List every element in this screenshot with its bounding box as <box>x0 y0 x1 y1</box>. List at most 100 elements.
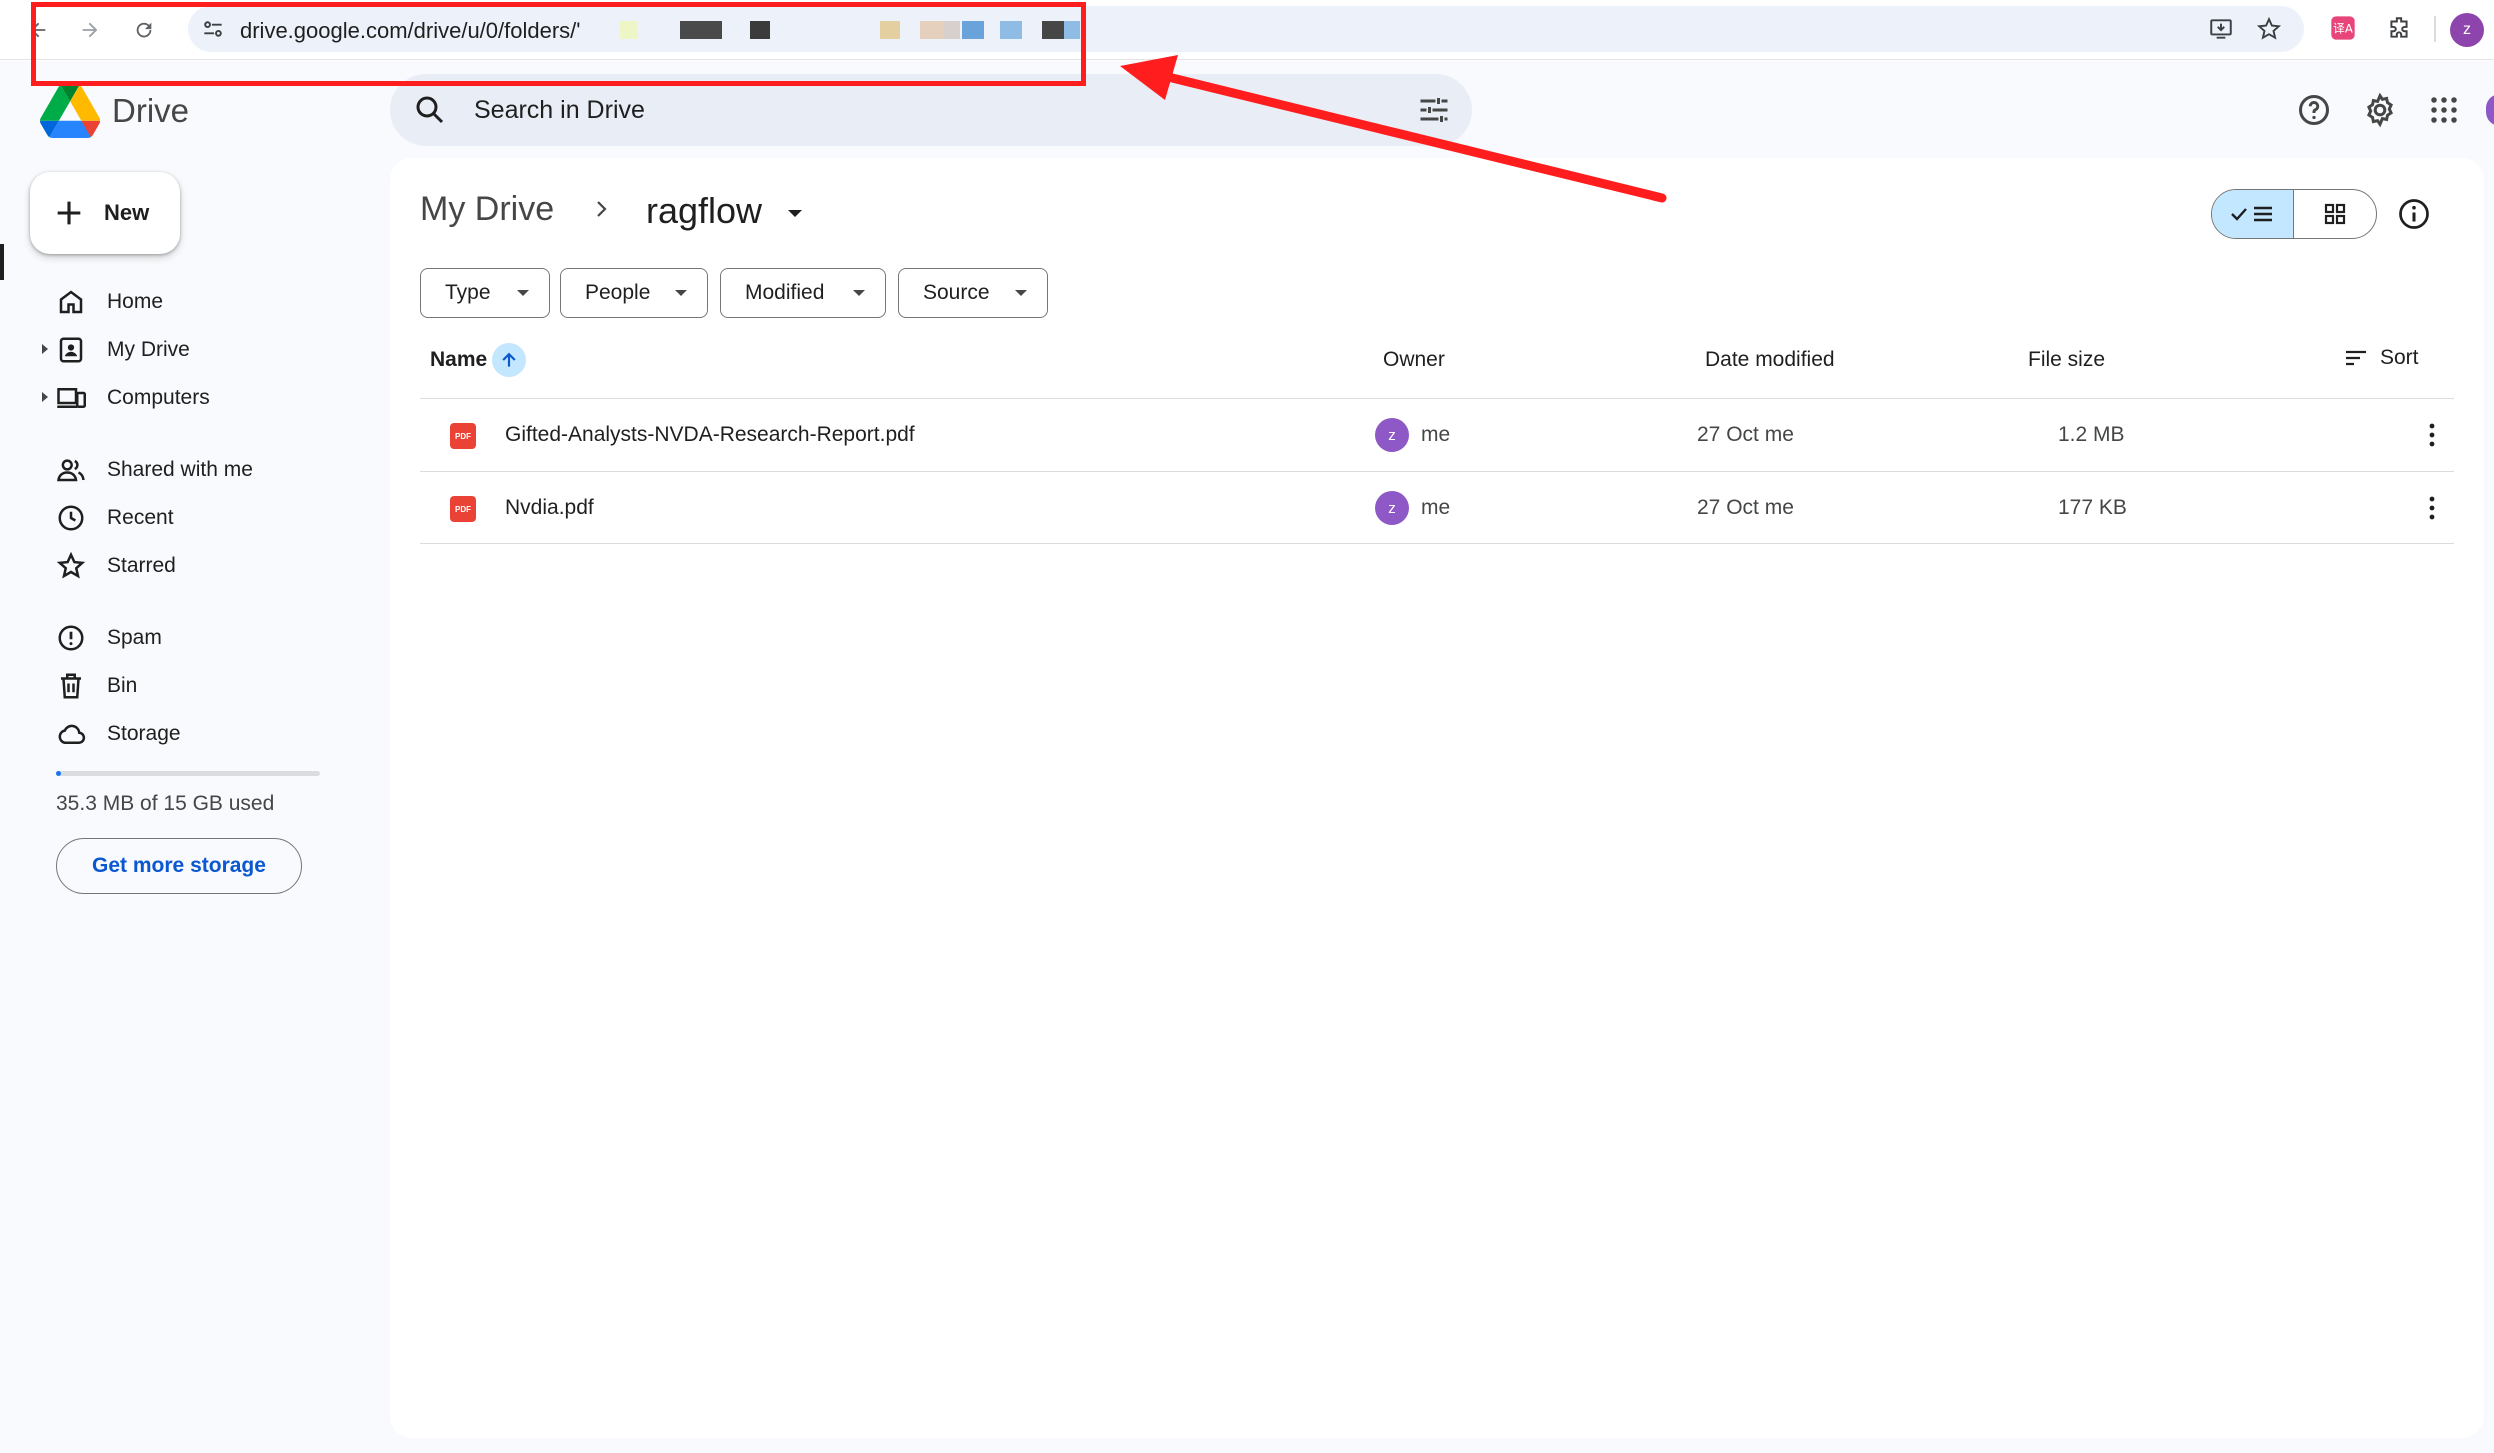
dropdown-arrow-icon <box>517 290 529 296</box>
column-header-date-modified[interactable]: Date modified <box>1705 348 1835 372</box>
chevron-right-icon <box>590 194 614 224</box>
filter-people[interactable]: People <box>560 268 708 318</box>
dropdown-arrow-icon <box>675 290 687 296</box>
search-options-icon[interactable] <box>1416 92 1452 128</box>
column-header-owner[interactable]: Owner <box>1383 348 1445 372</box>
dropdown-arrow-icon <box>1015 290 1027 296</box>
filter-label: Source <box>923 281 990 304</box>
spam-icon <box>56 623 86 653</box>
sort-label: Sort <box>2380 346 2419 369</box>
sidebar-item-starred[interactable]: Starred <box>40 546 340 586</box>
bookmark-star-icon[interactable] <box>2254 14 2284 44</box>
owner-avatar: z <box>1375 418 1409 452</box>
list-view-button[interactable] <box>2212 190 2294 238</box>
folder-menu-caret-icon[interactable] <box>788 210 802 217</box>
home-icon <box>56 287 86 317</box>
file-name[interactable]: Nvdia.pdf <box>505 496 594 520</box>
sidebar-item-label: Computers <box>107 386 210 409</box>
svg-text:译A: 译A <box>2333 22 2353 36</box>
get-more-storage-button[interactable]: Get more storage <box>56 838 302 894</box>
people-icon <box>56 455 86 485</box>
sidebar-item-label: Bin <box>107 674 138 697</box>
apps-grid-icon[interactable] <box>2424 90 2464 130</box>
install-app-icon[interactable] <box>2206 14 2236 44</box>
help-icon[interactable] <box>2294 90 2334 130</box>
window-edge-marker <box>0 244 4 280</box>
new-button[interactable]: New <box>30 172 180 254</box>
filter-label: Modified <box>745 281 825 304</box>
my-drive-icon <box>56 335 86 365</box>
new-button-label: New <box>104 200 150 225</box>
sidebar-item-label: My Drive <box>107 338 190 361</box>
annotation-highlight-box <box>31 2 1086 86</box>
sidebar-item-my-drive[interactable]: My Drive <box>40 330 340 370</box>
table-row[interactable]: PDF Nvdia.pdf z me 27 Oct me 177 KB <box>420 472 2454 544</box>
owner-name: me <box>1421 423 1451 446</box>
star-icon <box>56 551 86 581</box>
clock-icon <box>56 503 86 533</box>
sidebar-item-shared[interactable]: Shared with me <box>40 450 340 490</box>
pdf-file-icon: PDF <box>450 496 476 522</box>
more-actions-icon[interactable] <box>2416 492 2448 524</box>
main-panel: My Drive ragflow Type People Modified So… <box>390 158 2484 1438</box>
column-header-name[interactable]: Name <box>430 348 487 372</box>
owner-avatar: z <box>1375 491 1409 525</box>
expand-caret-icon[interactable] <box>42 392 48 402</box>
sort-button[interactable]: Sort <box>2344 346 2419 370</box>
breadcrumb-current-folder[interactable]: ragflow <box>646 190 762 232</box>
sidebar-item-spam[interactable]: Spam <box>40 618 340 658</box>
extensions-puzzle-icon[interactable] <box>2384 13 2414 43</box>
sidebar-item-label: Shared with me <box>107 458 253 481</box>
sidebar-item-label: Recent <box>107 506 174 529</box>
sidebar-item-computers[interactable]: Computers <box>40 378 340 418</box>
date-modified: 27 Oct me <box>1697 496 1794 519</box>
trash-icon <box>56 671 86 701</box>
translate-extension-icon[interactable]: 译A <box>2328 13 2358 43</box>
computer-icon <box>56 383 86 413</box>
dropdown-arrow-icon <box>853 290 865 296</box>
sort-lines-icon <box>2346 350 2366 366</box>
grid-view-button[interactable] <box>2294 190 2376 238</box>
filter-label: People <box>585 281 651 304</box>
info-icon[interactable] <box>2396 196 2432 232</box>
sidebar-item-storage[interactable]: Storage <box>40 714 340 754</box>
sort-ascending-icon[interactable] <box>492 343 526 377</box>
plus-icon <box>52 196 86 230</box>
file-size: 1.2 MB <box>2058 423 2125 446</box>
pdf-file-icon: PDF <box>450 423 476 449</box>
filter-source[interactable]: Source <box>898 268 1048 318</box>
file-size: 177 KB <box>2058 496 2127 519</box>
storage-usage-bar <box>56 771 320 776</box>
sidebar-item-home[interactable]: Home <box>40 282 340 322</box>
table-row[interactable]: PDF Gifted-Analysts-NVDA-Research-Report… <box>420 399 2454 471</box>
breadcrumb-my-drive[interactable]: My Drive <box>420 190 554 229</box>
browser-profile-avatar[interactable]: z <box>2450 13 2484 47</box>
divider <box>420 543 2454 544</box>
storage-usage-text: 35.3 MB of 15 GB used <box>56 792 275 815</box>
sidebar-item-label: Starred <box>107 554 176 577</box>
date-modified: 27 Oct me <box>1697 423 1794 446</box>
filter-label: Type <box>445 281 491 304</box>
file-name[interactable]: Gifted-Analysts-NVDA-Research-Report.pdf <box>505 423 915 447</box>
product-name[interactable]: Drive <box>112 92 189 130</box>
sidebar-item-label: Spam <box>107 626 162 649</box>
view-toggle <box>2211 189 2377 239</box>
owner-name: me <box>1421 496 1451 519</box>
filter-modified[interactable]: Modified <box>720 268 886 318</box>
screen: drive.google.com/drive/u/0/folders/' 译A … <box>0 0 2494 1453</box>
sidebar-item-label: Home <box>107 290 164 313</box>
drive-logo-icon[interactable] <box>40 84 101 138</box>
search-icon[interactable] <box>412 92 448 128</box>
filter-type[interactable]: Type <box>420 268 550 318</box>
toolbar-divider <box>2434 16 2436 42</box>
search-input[interactable] <box>474 92 1334 128</box>
storage-usage-fill <box>56 771 62 776</box>
cloud-icon <box>56 719 86 749</box>
settings-gear-icon[interactable] <box>2360 90 2400 130</box>
column-header-file-size[interactable]: File size <box>2028 348 2105 372</box>
sidebar-item-bin[interactable]: Bin <box>40 666 340 706</box>
expand-caret-icon[interactable] <box>42 344 48 354</box>
sidebar-item-label: Storage <box>107 722 181 745</box>
more-actions-icon[interactable] <box>2416 419 2448 451</box>
sidebar-item-recent[interactable]: Recent <box>40 498 340 538</box>
